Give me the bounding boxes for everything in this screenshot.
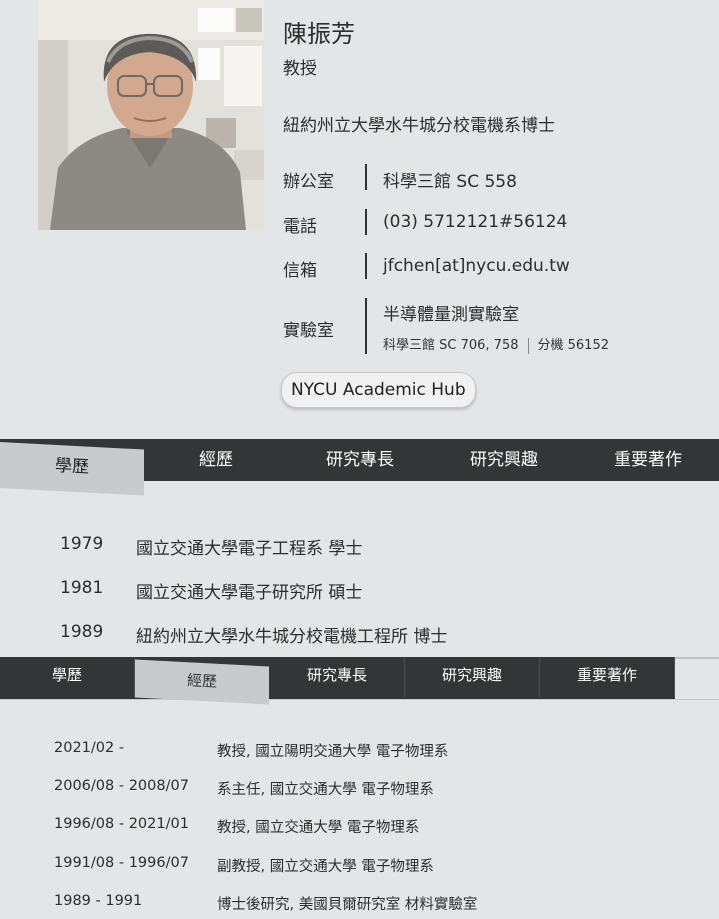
tab-interests[interactable]: 研究興趣 xyxy=(432,439,576,481)
divider xyxy=(527,337,529,354)
lab-label: 實驗室 xyxy=(283,321,334,341)
divider xyxy=(365,164,367,190)
experience-text: 博士後研究, 美國貝爾研究室 材料實驗室 xyxy=(217,897,478,913)
experience-date: 1991/08 - 1996/07 xyxy=(54,855,189,871)
tab-education[interactable]: 學歷 xyxy=(0,442,144,496)
tab-education[interactable]: 學歷 xyxy=(0,657,135,697)
education-year: 1979 xyxy=(60,534,104,554)
tab-experience[interactable]: 經歷 xyxy=(135,659,269,705)
experience-text: 教授, 國立交通大學 電子物理系 xyxy=(217,820,420,836)
experience-date: 1996/08 - 2021/01 xyxy=(54,816,189,832)
profile-info: 陳振芳 教授 紐約州立大學水牛城分校電機系博士 xyxy=(283,18,703,136)
person-name: 陳振芳 xyxy=(283,20,355,48)
phone-label: 電話 xyxy=(283,217,317,237)
tab-interests[interactable]: 研究興趣 xyxy=(405,657,540,697)
email-label: 信箱 xyxy=(283,261,317,281)
person-degree: 紐約州立大學水牛城分校電機系博士 xyxy=(283,116,555,136)
experience-date: 1989 - 1991 xyxy=(54,893,143,909)
tab-experience[interactable]: 經歷 xyxy=(144,439,288,481)
education-text: 國立交通大學電子工程系 學士 xyxy=(136,539,363,559)
experience-date: 2021/02 - xyxy=(54,740,125,756)
tab-expertise[interactable]: 研究專長 xyxy=(288,439,432,481)
experience-text: 教授, 國立陽明交通大學 電子物理系 xyxy=(217,744,449,760)
education-text: 紐約州立大學水牛城分校電機工程所 博士 xyxy=(136,627,448,647)
office-label: 辦公室 xyxy=(283,172,334,192)
tab-bar-secondary: 學歷 經歷 研究專長 研究興趣 重要著作 xyxy=(0,657,675,705)
tab-bar-accent-line xyxy=(675,657,719,659)
experience-text: 系主任, 國立交通大學 電子物理系 xyxy=(217,782,434,798)
tab-publications[interactable]: 重要著作 xyxy=(576,439,719,481)
tab-bar-main: 學歷 經歷 研究專長 研究興趣 重要著作 xyxy=(0,439,719,496)
education-text: 國立交通大學電子研究所 碩士 xyxy=(136,583,363,603)
academic-hub-button[interactable]: NYCU Academic Hub xyxy=(281,372,476,408)
education-year: 1989 xyxy=(60,622,104,642)
office-value: 科學三館 SC 558 xyxy=(383,172,517,192)
tab-publications[interactable]: 重要著作 xyxy=(540,657,675,697)
lab-extension: 分機 56152 xyxy=(537,338,610,353)
tab-expertise[interactable]: 研究專長 xyxy=(270,657,405,697)
lab-location: 科學三館 SC 706, 758 xyxy=(383,338,519,353)
experience-text: 副教授, 國立交通大學 電子物理系 xyxy=(217,859,434,875)
divider xyxy=(365,209,367,235)
divider xyxy=(365,298,367,354)
education-year: 1981 xyxy=(60,578,104,598)
lab-name: 半導體量測實驗室 xyxy=(383,305,519,325)
profile-photo xyxy=(38,0,264,230)
divider xyxy=(365,253,367,279)
person-title: 教授 xyxy=(283,59,317,79)
experience-date: 2006/08 - 2008/07 xyxy=(54,778,189,794)
phone-value: (03) 5712121#56124 xyxy=(383,212,568,232)
lab-location-line: 科學三館 SC 706, 758 分機 56152 xyxy=(383,334,609,354)
email-value[interactable]: jfchen[at]nycu.edu.tw xyxy=(383,256,570,276)
divider xyxy=(0,699,719,700)
